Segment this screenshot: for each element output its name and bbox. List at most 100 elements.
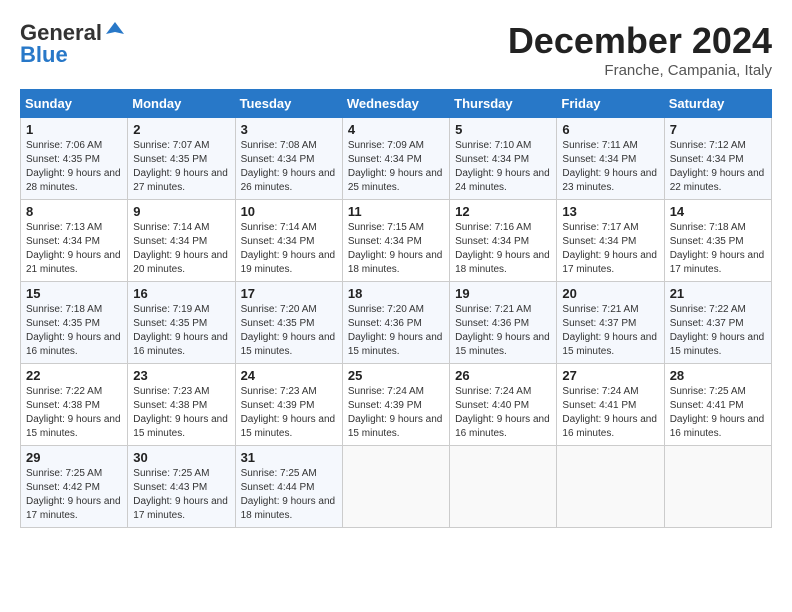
day-detail: Sunrise: 7:09 AMSunset: 4:34 PMDaylight:… — [348, 140, 443, 193]
day-detail: Sunrise: 7:25 AMSunset: 4:42 PMDaylight:… — [26, 468, 121, 521]
title-block: December 2024 Franche, Campania, Italy — [508, 20, 772, 79]
day-detail: Sunrise: 7:11 AMSunset: 4:34 PMDaylight:… — [562, 140, 657, 193]
calendar-cell — [557, 446, 664, 528]
day-detail: Sunrise: 7:12 AMSunset: 4:34 PMDaylight:… — [670, 140, 765, 193]
month-title: December 2024 — [508, 20, 772, 62]
day-detail: Sunrise: 7:21 AMSunset: 4:37 PMDaylight:… — [562, 304, 657, 357]
day-detail: Sunrise: 7:25 AMSunset: 4:41 PMDaylight:… — [670, 386, 765, 439]
day-detail: Sunrise: 7:20 AMSunset: 4:36 PMDaylight:… — [348, 304, 443, 357]
calendar-cell: 2 Sunrise: 7:07 AMSunset: 4:35 PMDayligh… — [128, 118, 235, 200]
calendar-cell: 30 Sunrise: 7:25 AMSunset: 4:43 PMDaylig… — [128, 446, 235, 528]
day-number: 13 — [562, 204, 658, 219]
calendar-cell: 17 Sunrise: 7:20 AMSunset: 4:35 PMDaylig… — [235, 282, 342, 364]
weekday-header: Thursday — [450, 90, 557, 118]
calendar-cell: 12 Sunrise: 7:16 AMSunset: 4:34 PMDaylig… — [450, 200, 557, 282]
day-number: 25 — [348, 368, 444, 383]
calendar-cell: 5 Sunrise: 7:10 AMSunset: 4:34 PMDayligh… — [450, 118, 557, 200]
calendar-cell: 23 Sunrise: 7:23 AMSunset: 4:38 PMDaylig… — [128, 364, 235, 446]
day-detail: Sunrise: 7:18 AMSunset: 4:35 PMDaylight:… — [26, 304, 121, 357]
calendar-cell — [342, 446, 449, 528]
calendar-cell: 15 Sunrise: 7:18 AMSunset: 4:35 PMDaylig… — [21, 282, 128, 364]
weekday-header: Tuesday — [235, 90, 342, 118]
calendar-cell: 7 Sunrise: 7:12 AMSunset: 4:34 PMDayligh… — [664, 118, 771, 200]
calendar-cell: 4 Sunrise: 7:09 AMSunset: 4:34 PMDayligh… — [342, 118, 449, 200]
day-number: 1 — [26, 122, 122, 137]
calendar-cell: 6 Sunrise: 7:11 AMSunset: 4:34 PMDayligh… — [557, 118, 664, 200]
day-detail: Sunrise: 7:14 AMSunset: 4:34 PMDaylight:… — [241, 222, 336, 275]
calendar-cell: 1 Sunrise: 7:06 AMSunset: 4:35 PMDayligh… — [21, 118, 128, 200]
calendar-cell: 25 Sunrise: 7:24 AMSunset: 4:39 PMDaylig… — [342, 364, 449, 446]
day-number: 10 — [241, 204, 337, 219]
day-detail: Sunrise: 7:24 AMSunset: 4:40 PMDaylight:… — [455, 386, 550, 439]
calendar-cell — [664, 446, 771, 528]
calendar-week-row: 8 Sunrise: 7:13 AMSunset: 4:34 PMDayligh… — [21, 200, 772, 282]
day-detail: Sunrise: 7:23 AMSunset: 4:39 PMDaylight:… — [241, 386, 336, 439]
calendar-cell: 10 Sunrise: 7:14 AMSunset: 4:34 PMDaylig… — [235, 200, 342, 282]
day-number: 9 — [133, 204, 229, 219]
day-detail: Sunrise: 7:07 AMSunset: 4:35 PMDaylight:… — [133, 140, 228, 193]
day-number: 3 — [241, 122, 337, 137]
calendar-cell: 28 Sunrise: 7:25 AMSunset: 4:41 PMDaylig… — [664, 364, 771, 446]
day-detail: Sunrise: 7:13 AMSunset: 4:34 PMDaylight:… — [26, 222, 121, 275]
day-number: 12 — [455, 204, 551, 219]
day-number: 31 — [241, 450, 337, 465]
day-number: 30 — [133, 450, 229, 465]
day-detail: Sunrise: 7:16 AMSunset: 4:34 PMDaylight:… — [455, 222, 550, 275]
logo-icon — [104, 20, 126, 42]
page-header: General Blue December 2024 Franche, Camp… — [20, 20, 772, 79]
day-number: 22 — [26, 368, 122, 383]
day-detail: Sunrise: 7:21 AMSunset: 4:36 PMDaylight:… — [455, 304, 550, 357]
location-subtitle: Franche, Campania, Italy — [508, 62, 772, 79]
day-detail: Sunrise: 7:10 AMSunset: 4:34 PMDaylight:… — [455, 140, 550, 193]
calendar-cell: 21 Sunrise: 7:22 AMSunset: 4:37 PMDaylig… — [664, 282, 771, 364]
calendar-header-row: SundayMondayTuesdayWednesdayThursdayFrid… — [21, 90, 772, 118]
calendar-week-row: 1 Sunrise: 7:06 AMSunset: 4:35 PMDayligh… — [21, 118, 772, 200]
day-detail: Sunrise: 7:24 AMSunset: 4:41 PMDaylight:… — [562, 386, 657, 439]
day-number: 17 — [241, 286, 337, 301]
day-number: 18 — [348, 286, 444, 301]
weekday-header: Saturday — [664, 90, 771, 118]
day-detail: Sunrise: 7:23 AMSunset: 4:38 PMDaylight:… — [133, 386, 228, 439]
calendar-cell: 13 Sunrise: 7:17 AMSunset: 4:34 PMDaylig… — [557, 200, 664, 282]
day-detail: Sunrise: 7:14 AMSunset: 4:34 PMDaylight:… — [133, 222, 228, 275]
calendar-week-row: 15 Sunrise: 7:18 AMSunset: 4:35 PMDaylig… — [21, 282, 772, 364]
calendar-cell — [450, 446, 557, 528]
day-detail: Sunrise: 7:19 AMSunset: 4:35 PMDaylight:… — [133, 304, 228, 357]
day-number: 26 — [455, 368, 551, 383]
calendar-cell: 26 Sunrise: 7:24 AMSunset: 4:40 PMDaylig… — [450, 364, 557, 446]
day-detail: Sunrise: 7:08 AMSunset: 4:34 PMDaylight:… — [241, 140, 336, 193]
day-number: 15 — [26, 286, 122, 301]
weekday-header: Friday — [557, 90, 664, 118]
day-number: 14 — [670, 204, 766, 219]
calendar-table: SundayMondayTuesdayWednesdayThursdayFrid… — [20, 89, 772, 528]
day-number: 21 — [670, 286, 766, 301]
day-detail: Sunrise: 7:17 AMSunset: 4:34 PMDaylight:… — [562, 222, 657, 275]
calendar-cell: 3 Sunrise: 7:08 AMSunset: 4:34 PMDayligh… — [235, 118, 342, 200]
calendar-cell: 20 Sunrise: 7:21 AMSunset: 4:37 PMDaylig… — [557, 282, 664, 364]
calendar-cell: 11 Sunrise: 7:15 AMSunset: 4:34 PMDaylig… — [342, 200, 449, 282]
logo: General Blue — [20, 20, 126, 68]
day-number: 8 — [26, 204, 122, 219]
day-detail: Sunrise: 7:06 AMSunset: 4:35 PMDaylight:… — [26, 140, 121, 193]
day-number: 23 — [133, 368, 229, 383]
day-detail: Sunrise: 7:22 AMSunset: 4:37 PMDaylight:… — [670, 304, 765, 357]
calendar-cell: 27 Sunrise: 7:24 AMSunset: 4:41 PMDaylig… — [557, 364, 664, 446]
day-detail: Sunrise: 7:15 AMSunset: 4:34 PMDaylight:… — [348, 222, 443, 275]
day-number: 2 — [133, 122, 229, 137]
day-number: 5 — [455, 122, 551, 137]
day-detail: Sunrise: 7:20 AMSunset: 4:35 PMDaylight:… — [241, 304, 336, 357]
calendar-cell: 8 Sunrise: 7:13 AMSunset: 4:34 PMDayligh… — [21, 200, 128, 282]
calendar-cell: 14 Sunrise: 7:18 AMSunset: 4:35 PMDaylig… — [664, 200, 771, 282]
weekday-header: Sunday — [21, 90, 128, 118]
day-number: 16 — [133, 286, 229, 301]
day-number: 11 — [348, 204, 444, 219]
calendar-week-row: 29 Sunrise: 7:25 AMSunset: 4:42 PMDaylig… — [21, 446, 772, 528]
day-detail: Sunrise: 7:25 AMSunset: 4:43 PMDaylight:… — [133, 468, 228, 521]
calendar-cell: 19 Sunrise: 7:21 AMSunset: 4:36 PMDaylig… — [450, 282, 557, 364]
day-detail: Sunrise: 7:18 AMSunset: 4:35 PMDaylight:… — [670, 222, 765, 275]
day-number: 7 — [670, 122, 766, 137]
day-number: 27 — [562, 368, 658, 383]
day-number: 6 — [562, 122, 658, 137]
calendar-cell: 9 Sunrise: 7:14 AMSunset: 4:34 PMDayligh… — [128, 200, 235, 282]
day-number: 4 — [348, 122, 444, 137]
